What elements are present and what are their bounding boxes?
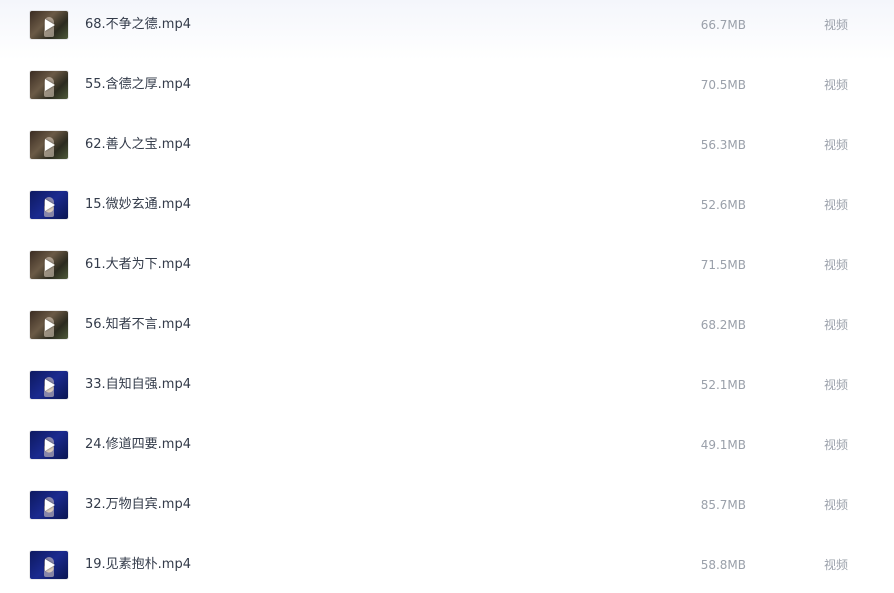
video-thumbnail[interactable]: [30, 251, 68, 279]
file-size: 70.5MB: [700, 78, 746, 92]
video-thumbnail[interactable]: [30, 491, 68, 519]
file-type: 视频: [823, 198, 848, 212]
file-row[interactable]: 24.修道四要.mp4 49.1MB 视频: [0, 420, 894, 480]
file-size: 71.5MB: [700, 258, 746, 272]
file-row[interactable]: 19.见素抱朴.mp4 58.8MB 视频: [0, 540, 894, 593]
file-size: 49.1MB: [700, 438, 746, 452]
file-list-page: 68.不争之德.mp4 66.7MB 视频 55.含德之厚.mp4 70.5MB…: [0, 0, 894, 593]
play-icon[interactable]: [45, 19, 55, 31]
video-thumbnail[interactable]: [30, 311, 68, 339]
file-size: 85.7MB: [700, 498, 746, 512]
file-row[interactable]: 32.万物自宾.mp4 85.7MB 视频: [0, 480, 894, 540]
file-name[interactable]: 62.善人之宝.mp4: [85, 136, 191, 154]
play-icon[interactable]: [45, 439, 55, 451]
file-name[interactable]: 61.大者为下.mp4: [85, 256, 191, 274]
file-name[interactable]: 15.微妙玄通.mp4: [85, 196, 191, 214]
play-icon[interactable]: [45, 319, 55, 331]
file-size: 58.8MB: [700, 558, 746, 572]
play-icon[interactable]: [45, 499, 55, 511]
file-row[interactable]: 62.善人之宝.mp4 56.3MB 视频: [0, 120, 894, 180]
file-type: 视频: [823, 138, 848, 152]
play-icon[interactable]: [45, 79, 55, 91]
file-type: 视频: [823, 18, 848, 32]
file-name[interactable]: 68.不争之德.mp4: [85, 16, 191, 34]
video-thumbnail[interactable]: [30, 71, 68, 99]
video-thumbnail[interactable]: [30, 371, 68, 399]
video-thumbnail[interactable]: [30, 431, 68, 459]
file-row[interactable]: 15.微妙玄通.mp4 52.6MB 视频: [0, 180, 894, 240]
file-name[interactable]: 32.万物自宾.mp4: [85, 496, 191, 514]
file-type: 视频: [823, 498, 848, 512]
file-name[interactable]: 55.含德之厚.mp4: [85, 76, 191, 94]
file-name[interactable]: 19.见素抱朴.mp4: [85, 556, 191, 574]
file-row[interactable]: 33.自知自强.mp4 52.1MB 视频: [0, 360, 894, 420]
video-thumbnail[interactable]: [30, 551, 68, 579]
file-name[interactable]: 33.自知自强.mp4: [85, 376, 191, 394]
file-type: 视频: [823, 258, 848, 272]
play-icon[interactable]: [45, 139, 55, 151]
file-name[interactable]: 56.知者不言.mp4: [85, 316, 191, 334]
file-row[interactable]: 61.大者为下.mp4 71.5MB 视频: [0, 240, 894, 300]
file-type: 视频: [823, 438, 848, 452]
file-row[interactable]: 56.知者不言.mp4 68.2MB 视频: [0, 300, 894, 360]
file-name[interactable]: 24.修道四要.mp4: [85, 436, 191, 454]
video-thumbnail[interactable]: [30, 131, 68, 159]
file-row[interactable]: 55.含德之厚.mp4 70.5MB 视频: [0, 60, 894, 120]
play-icon[interactable]: [45, 259, 55, 271]
file-type: 视频: [823, 78, 848, 92]
file-size: 68.2MB: [700, 318, 746, 332]
file-row[interactable]: 68.不争之德.mp4 66.7MB 视频: [0, 0, 894, 60]
file-type: 视频: [823, 378, 848, 392]
play-icon[interactable]: [45, 379, 55, 391]
video-thumbnail[interactable]: [30, 11, 68, 39]
file-size: 52.6MB: [700, 198, 746, 212]
file-type: 视频: [823, 558, 848, 572]
play-icon[interactable]: [45, 199, 55, 211]
play-icon[interactable]: [45, 559, 55, 571]
file-size: 52.1MB: [700, 378, 746, 392]
file-list: 68.不争之德.mp4 66.7MB 视频 55.含德之厚.mp4 70.5MB…: [0, 0, 894, 593]
file-type: 视频: [823, 318, 848, 332]
file-size: 56.3MB: [700, 138, 746, 152]
video-thumbnail[interactable]: [30, 191, 68, 219]
file-size: 66.7MB: [700, 18, 746, 32]
